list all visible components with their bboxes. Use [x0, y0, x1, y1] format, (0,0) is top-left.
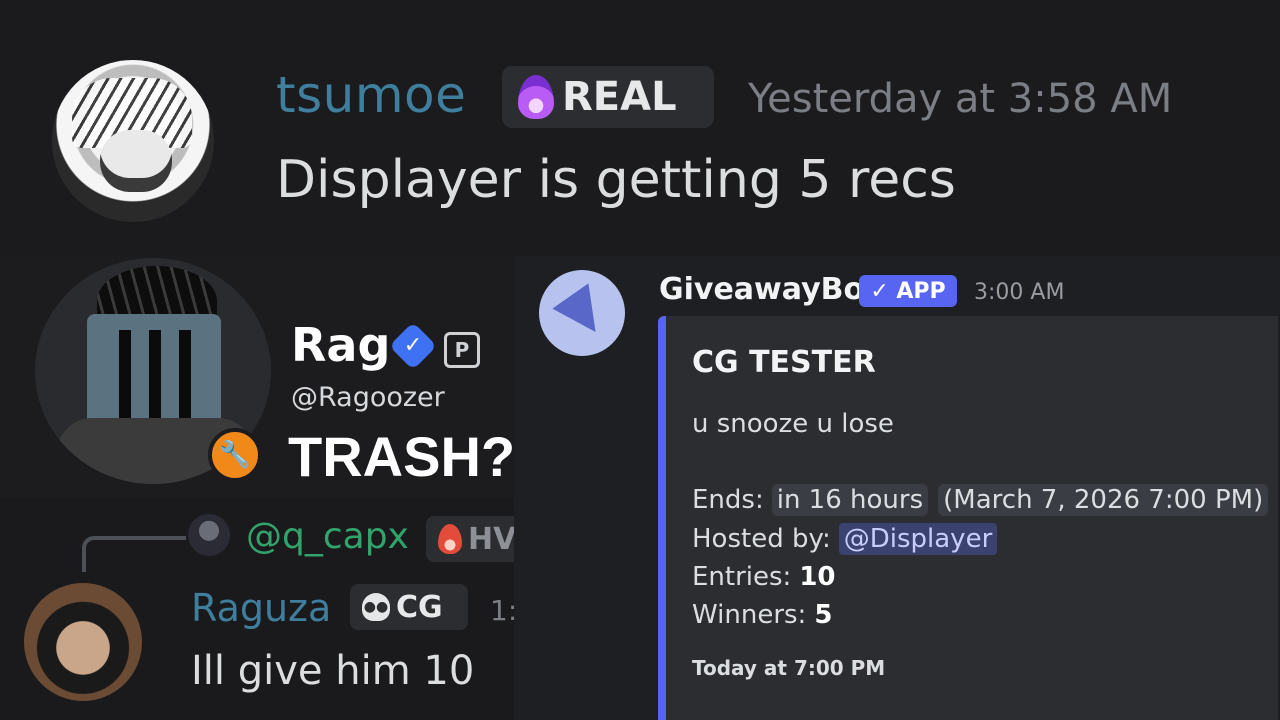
wrench-icon: 🔧: [208, 428, 262, 482]
embed-entries-row: Entries: 10: [692, 562, 836, 592]
avatar-face: [100, 130, 172, 192]
ends-label: Ends:: [692, 485, 764, 515]
embed-footer: Today at 7:00 PM: [692, 656, 886, 680]
reply-spine: [82, 536, 186, 572]
winners-label: Winners:: [692, 600, 807, 630]
avatar-giveawaybot[interactable]: [539, 270, 625, 356]
embed-description: u snooze u lose: [692, 409, 894, 439]
skull-icon: ●●: [362, 593, 390, 621]
profile-display-name: Rag: [291, 318, 391, 372]
purple-flame-icon: [518, 75, 554, 119]
hosted-label: Hosted by:: [692, 524, 831, 554]
embed-winners-row: Winners: 5: [692, 600, 832, 630]
ends-relative-time[interactable]: in 16 hours: [771, 484, 929, 516]
message-content: Ill give him 10: [191, 648, 475, 694]
reply-avatar[interactable]: [188, 514, 230, 556]
username-tsumoe[interactable]: tsumoe: [276, 66, 466, 124]
verified-badge-icon: ✓: [388, 321, 438, 371]
embed-ends-row: Ends: in 16 hours (March 7, 2026 7:00 PM…: [692, 484, 1269, 516]
entries-label: Entries:: [692, 562, 792, 592]
app-badge: ✓ APP: [859, 275, 957, 307]
replied-role-label: HV: [468, 521, 517, 557]
bot-timestamp: 3:00 AM: [974, 280, 1065, 305]
role-tag-real[interactable]: REAL: [502, 66, 714, 128]
entries-value: 10: [799, 562, 836, 592]
bot-username[interactable]: GiveawayBot: [659, 272, 878, 307]
host-mention[interactable]: @Displayer: [838, 523, 998, 555]
party-popper-icon: [552, 283, 614, 345]
replied-username[interactable]: @q_capx: [246, 516, 409, 557]
profile-badge-icon: P: [444, 332, 480, 368]
embed-hosted-row: Hosted by: @Displayer: [692, 523, 998, 555]
username-raguza[interactable]: Raguza: [191, 586, 331, 630]
avatar-stripe: [119, 330, 131, 418]
avatar-stripe: [179, 330, 191, 418]
message-content: Displayer is getting 5 recs: [276, 150, 956, 210]
profile-handle: @Ragoozer: [291, 382, 445, 413]
message-timestamp: Yesterday at 3:58 AM: [748, 76, 1173, 122]
ends-absolute-time[interactable]: (March 7, 2026 7:00 PM): [938, 484, 1269, 516]
avatar-tsumoe[interactable]: [52, 60, 214, 222]
embed-title: CG TESTER: [692, 345, 876, 380]
avatar-stripe: [149, 330, 161, 418]
role-tag-label: REAL: [562, 74, 677, 120]
red-flame-icon: [438, 524, 462, 554]
avatar-raguza[interactable]: [24, 583, 142, 701]
role-tag-label: CG: [396, 589, 443, 625]
winners-value: 5: [814, 600, 833, 630]
overlay-caption: TRASH?: [288, 425, 516, 488]
role-tag-cg[interactable]: ●● CG: [350, 584, 468, 630]
